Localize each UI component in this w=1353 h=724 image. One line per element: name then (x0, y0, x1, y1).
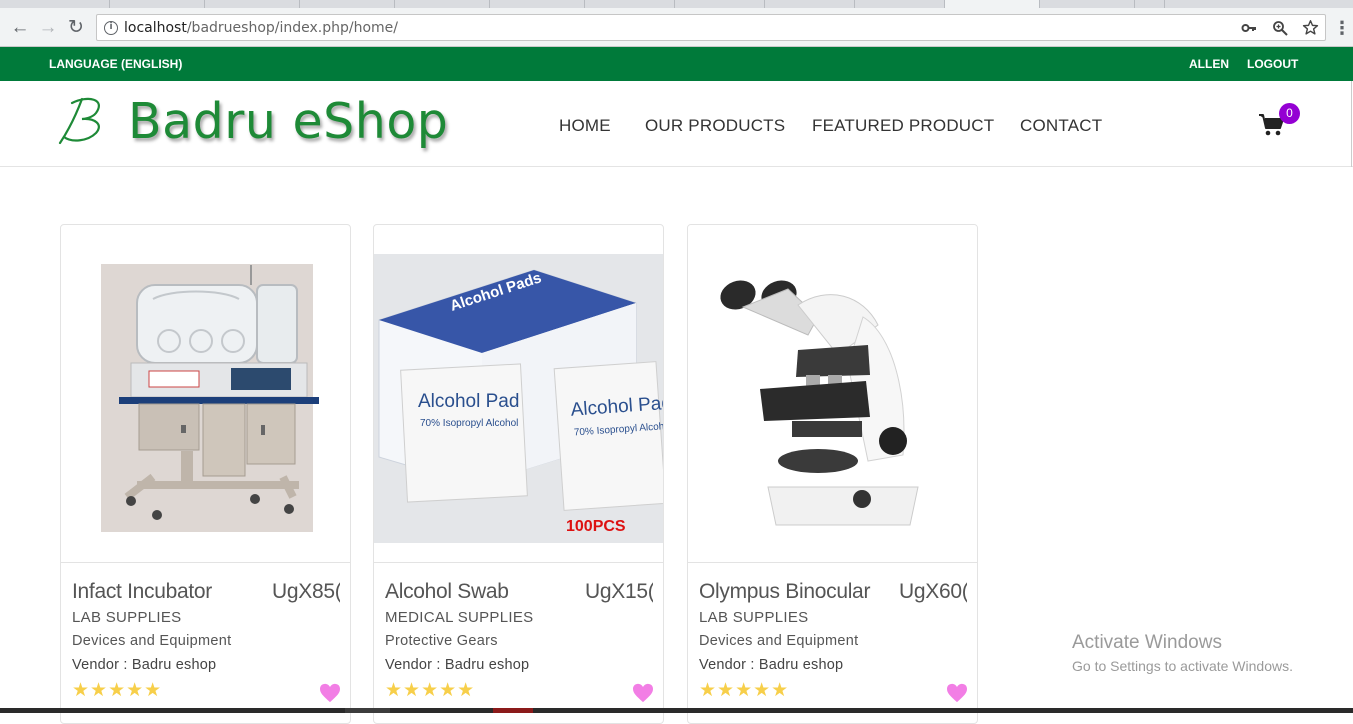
heart-icon[interactable] (632, 683, 654, 703)
product-vendor: Vendor : Badru eshop (385, 657, 530, 673)
url-text[interactable]: localhost/badrueshop/index.php/home/ (124, 20, 398, 36)
browser-tab[interactable] (110, 0, 205, 8)
header-divider (1351, 81, 1352, 167)
microscope-image[interactable] (688, 225, 977, 563)
back-icon[interactable]: ← (10, 18, 30, 38)
product-subcategory: Devices and Equipment (699, 633, 859, 649)
browser-tab[interactable] (205, 0, 300, 8)
product-name[interactable]: Olympus Binocular (699, 580, 870, 604)
url-path: /badrueshop/index.php/home/ (186, 20, 399, 36)
url-host: localhost (124, 20, 187, 36)
browser-tab[interactable] (855, 0, 945, 8)
incubator-image[interactable] (61, 225, 350, 563)
watermark-title: Activate Windows (1072, 632, 1222, 653)
browser-tab[interactable] (490, 0, 585, 8)
reload-icon[interactable]: ↻ (66, 18, 86, 38)
logout-link[interactable]: LOGOUT (1247, 57, 1298, 71)
nav-featured-product[interactable]: FEATURED PRODUCT (812, 116, 994, 136)
nav-home[interactable]: HOME (559, 116, 611, 136)
browser-tab[interactable] (1040, 0, 1135, 8)
product-category: MEDICAL SUPPLIES (385, 609, 534, 626)
logo-b-icon[interactable] (52, 91, 112, 151)
star-rating-icon: ★★★★★ (699, 680, 790, 701)
new-tab-button[interactable] (1135, 0, 1165, 8)
menu-dots-icon[interactable]: ⋮ (1333, 18, 1351, 38)
browser-tab[interactable] (765, 0, 855, 8)
product-subcategory: Devices and Equipment (72, 633, 232, 649)
logo-text[interactable]: Badru eShop (128, 93, 448, 150)
browser-toolbar: ← → ↻ i localhost/badrueshop/index.php/h… (0, 8, 1353, 47)
product-price: UgX85( (272, 580, 340, 603)
forward-icon[interactable]: → (38, 18, 58, 38)
top-bar: LANGUAGE (ENGLISH) ALLEN LOGOUT (0, 47, 1353, 81)
info-icon[interactable]: i (104, 21, 118, 35)
language-selector[interactable]: LANGUAGE (ENGLISH) (49, 57, 182, 71)
heart-icon[interactable] (946, 683, 968, 703)
taskbar (0, 708, 1353, 713)
taskbar-item[interactable] (493, 708, 533, 713)
product-price: UgX15( (585, 580, 653, 603)
browser-tab[interactable] (300, 0, 395, 8)
product-vendor: Vendor : Badru eshop (72, 657, 217, 673)
product-card[interactable]: Alcohol Pads Alcohol Pad 70% Isopropyl A… (373, 224, 664, 724)
bookmark-star-icon[interactable] (1301, 19, 1319, 37)
key-icon[interactable] (1240, 20, 1258, 38)
cart-count-badge: 0 (1279, 103, 1300, 124)
product-subcategory: Protective Gears (385, 633, 498, 649)
browser-tab-active[interactable] (945, 0, 1040, 8)
product-price: UgX60( (899, 580, 967, 603)
browser-tab[interactable] (585, 0, 675, 8)
star-rating-icon: ★★★★★ (72, 680, 163, 701)
product-vendor: Vendor : Badru eshop (699, 657, 844, 673)
browser-tab[interactable] (0, 0, 110, 8)
product-name[interactable]: Alcohol Swab (385, 580, 509, 604)
product-category: LAB SUPPLIES (72, 609, 182, 626)
user-link[interactable]: ALLEN (1189, 57, 1229, 71)
pad-count: 100PCS (566, 518, 626, 535)
product-card[interactable]: Infact Incubator UgX85( LAB SUPPLIES Dev… (60, 224, 351, 724)
browser-tab-strip (0, 0, 1353, 8)
alcohol-pad-image[interactable]: Alcohol Pads Alcohol Pad 70% Isopropyl A… (374, 225, 663, 563)
product-category: LAB SUPPLIES (699, 609, 809, 626)
product-card[interactable]: Olympus Binocular UgX60( LAB SUPPLIES De… (687, 224, 978, 724)
pad-label-left: Alcohol Pad (418, 391, 519, 412)
watermark-subtitle: Go to Settings to activate Windows. (1072, 658, 1293, 674)
site-header: Badru eShop HOME OUR PRODUCTS FEATURED P… (0, 81, 1353, 167)
star-rating-icon: ★★★★★ (385, 680, 476, 701)
nav-contact[interactable]: CONTACT (1020, 116, 1102, 136)
address-bar[interactable]: i localhost/badrueshop/index.php/home/ (96, 14, 1326, 41)
product-name[interactable]: Infact Incubator (72, 580, 212, 604)
taskbar-item[interactable] (345, 708, 390, 713)
windows-activation-watermark: Activate Windows Go to Settings to activ… (1072, 632, 1293, 674)
nav-our-products[interactable]: OUR PRODUCTS (645, 116, 785, 136)
zoom-icon[interactable] (1271, 20, 1289, 38)
heart-icon[interactable] (319, 683, 341, 703)
browser-tab[interactable] (675, 0, 765, 8)
pad-sub-left: 70% Isopropyl Alcohol (420, 418, 518, 429)
browser-tab[interactable] (395, 0, 490, 8)
